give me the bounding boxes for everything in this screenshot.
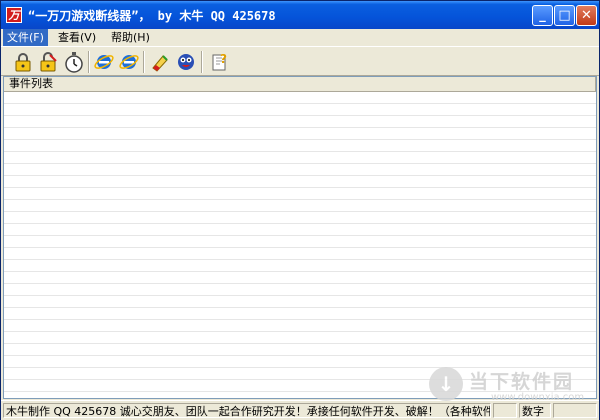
app-icon[interactable]: 万 [6, 7, 22, 23]
window-title: “一万刀游戏断线器”， by 木牛 QQ 425678 [28, 9, 276, 23]
column-header-events[interactable]: 事件列表 [4, 77, 596, 91]
title-bar[interactable]: 万 “一万刀游戏断线器”， by 木牛 QQ 425678 _ □ ✕ [1, 1, 599, 29]
watermark: ↓ 当下软件园 www.downxia.com [429, 365, 599, 405]
toolbar: ? [1, 46, 599, 76]
close-button[interactable]: ✕ [576, 5, 597, 26]
toolbar-separator [88, 51, 90, 73]
status-pane-empty-2 [553, 403, 597, 418]
status-pane-empty [493, 403, 517, 418]
toolbar-separator [201, 51, 203, 73]
eraser-icon[interactable] [149, 51, 171, 73]
list-header: 事件列表 [4, 77, 596, 92]
watermark-url: www.downxia.com [491, 392, 585, 403]
status-numlock: 数字 [519, 403, 551, 418]
help-icon[interactable]: ? [208, 51, 230, 73]
app-window: 万 “一万刀游戏断线器”， by 木牛 QQ 425678 _ □ ✕ 文件(F… [0, 0, 600, 420]
watermark-text: 当下软件园 [469, 371, 575, 393]
maximize-button[interactable]: □ [554, 5, 575, 26]
maximize-icon: □ [558, 8, 571, 23]
stopwatch-icon[interactable] [63, 51, 85, 73]
lock-unlocked-icon[interactable] [37, 51, 59, 73]
toolbar-separator [143, 51, 145, 73]
status-message: 木牛制作 QQ 425678 诚心交朋友、团队一起合作研究开发！承接任何软件开发… [3, 403, 491, 418]
menu-help[interactable]: 帮助(H) [107, 29, 154, 46]
menu-bar: 文件(F) 查看(V) 帮助(H) [1, 29, 599, 46]
svg-text:?: ? [220, 52, 227, 66]
minimize-button[interactable]: _ [532, 5, 553, 26]
mascot-icon[interactable] [175, 51, 197, 73]
menu-file[interactable]: 文件(F) [3, 29, 48, 46]
ie-browser-alt-icon[interactable] [118, 51, 140, 73]
list-body[interactable] [4, 92, 596, 398]
close-icon: ✕ [581, 8, 592, 23]
lock-locked-icon[interactable] [12, 51, 34, 73]
minimize-icon: _ [539, 8, 546, 23]
event-list[interactable]: 事件列表 [3, 76, 597, 399]
download-arrow-icon: ↓ [429, 367, 463, 401]
menu-view[interactable]: 查看(V) [54, 29, 100, 46]
ie-browser-icon[interactable] [93, 51, 115, 73]
